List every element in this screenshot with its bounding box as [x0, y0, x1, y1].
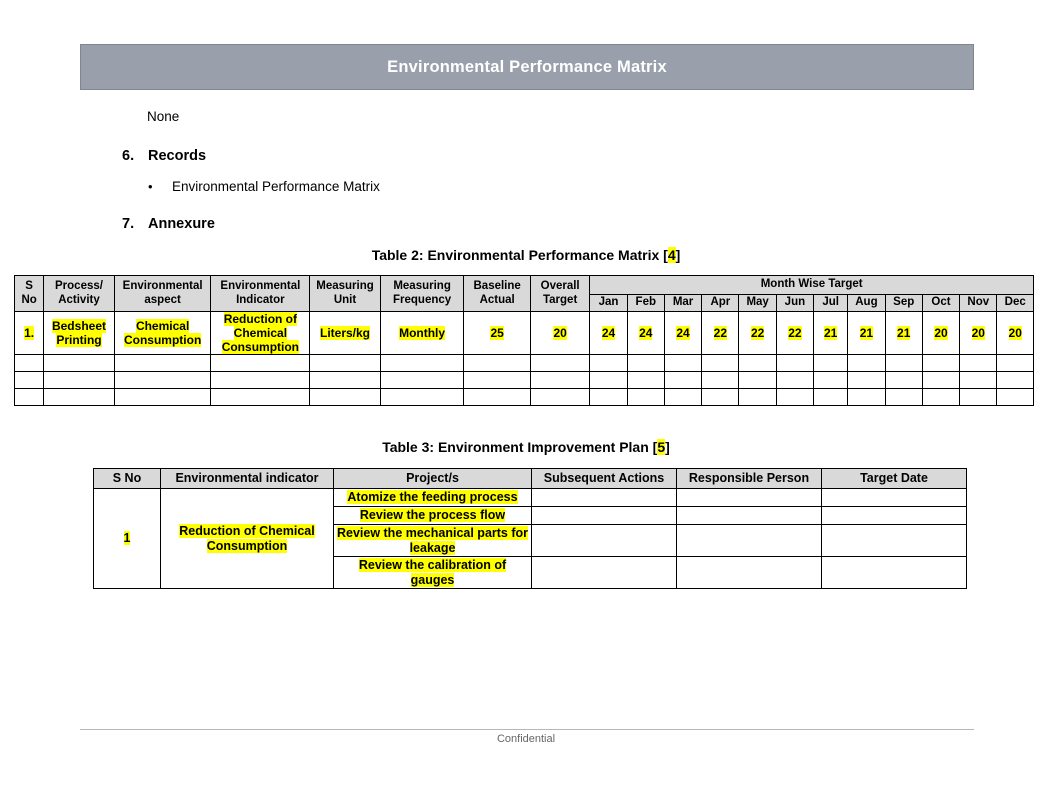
list-item-label: Environmental Performance Matrix: [172, 179, 380, 194]
cell-responsible-person: [677, 525, 822, 557]
section-heading-annexure: 7. Annexure: [122, 216, 215, 232]
table2-col-sep: Sep: [885, 295, 922, 312]
table-row: 1. Bedsheet Printing Chemical Consumptio…: [15, 312, 1034, 355]
table2-col-baseline-actual: Baseline Actual: [464, 276, 531, 312]
table2-col-feb: Feb: [627, 295, 664, 312]
cell-process-activity: Bedsheet Printing: [44, 312, 115, 355]
cell-responsible-person: [677, 507, 822, 525]
table3-caption-text: Table 3: Environment Improvement Plan [: [382, 439, 657, 455]
table2-caption-text: Table 2: Environmental Performance Matri…: [372, 247, 668, 263]
environment-improvement-plan-table: S No Environmental indicator Project/s S…: [93, 468, 967, 589]
cell-month-jan: 24: [590, 312, 627, 355]
cell-subsequent-action: [532, 507, 677, 525]
cell-baseline-actual: 25: [464, 312, 531, 355]
none-text: None: [147, 109, 179, 124]
bullet-icon: •: [148, 179, 172, 194]
cell-environmental-aspect: Chemical Consumption: [114, 312, 211, 355]
table2-col-apr: Apr: [702, 295, 739, 312]
cell-subsequent-action: [532, 557, 677, 589]
section-title: Records: [148, 148, 206, 164]
cell-overall-target: 20: [530, 312, 589, 355]
cell-target-date: [822, 507, 967, 525]
table3-col-projects: Project/s: [334, 469, 532, 489]
footer-label: Confidential: [0, 733, 1052, 745]
cell-month-feb: 24: [627, 312, 664, 355]
table2-header-row-1: S No Process/ Activity Environmental asp…: [15, 276, 1034, 295]
cell-s-no: 1.: [15, 312, 44, 355]
section-number: 6.: [122, 148, 148, 164]
table3-caption-suffix: ]: [665, 439, 670, 455]
table2-col-process-activity: Process/ Activity: [44, 276, 115, 312]
table2-col-dec: Dec: [997, 295, 1034, 312]
table-row: 1 Reduction of Chemical Consumption Atom…: [94, 489, 967, 507]
cell-measuring-frequency: Monthly: [380, 312, 464, 355]
table3-caption-ref: 5: [657, 439, 665, 455]
table2-col-measuring-frequency: Measuring Frequency: [380, 276, 464, 312]
cell-project: Atomize the feeding process: [334, 489, 532, 507]
table3-col-s-no: S No: [94, 469, 161, 489]
section-heading-records: 6. Records: [122, 148, 206, 164]
cell-subsequent-action: [532, 525, 677, 557]
table-row: [15, 389, 1034, 406]
cell-measuring-unit: Liters/kg: [310, 312, 381, 355]
cell-s-no: 1: [94, 489, 161, 589]
cell-project: Review the process flow: [334, 507, 532, 525]
table3-col-subsequent-actions: Subsequent Actions: [532, 469, 677, 489]
table3-col-responsible-person: Responsible Person: [677, 469, 822, 489]
cell-target-date: [822, 489, 967, 507]
cell-month-may: 22: [739, 312, 776, 355]
table2-caption-suffix: ]: [676, 247, 681, 263]
table2-col-nov: Nov: [960, 295, 997, 312]
table2-col-may: May: [739, 295, 776, 312]
table2-col-s-no: S No: [15, 276, 44, 312]
cell-environmental-indicator: Reduction of Chemical Consumption: [211, 312, 310, 355]
page-title: Environmental Performance Matrix: [387, 58, 667, 77]
table2-col-aug: Aug: [848, 295, 885, 312]
document-banner: Environmental Performance Matrix: [80, 44, 974, 90]
table3-header-row: S No Environmental indicator Project/s S…: [94, 469, 967, 489]
cell-month-oct: 20: [922, 312, 959, 355]
cell-month-aug: 21: [848, 312, 885, 355]
table-row: [15, 355, 1034, 372]
cell-month-nov: 20: [960, 312, 997, 355]
cell-target-date: [822, 525, 967, 557]
cell-month-jul: 21: [814, 312, 848, 355]
section-title: Annexure: [148, 216, 215, 232]
cell-project: Review the mechanical parts for leakage: [334, 525, 532, 557]
table2-col-overall-target: Overall Target: [530, 276, 589, 312]
cell-responsible-person: [677, 557, 822, 589]
list-item: • Environmental Performance Matrix: [148, 179, 380, 194]
table-row: [15, 372, 1034, 389]
table2-col-measuring-unit: Measuring Unit: [310, 276, 381, 312]
table3-col-environmental-indicator: Environmental indicator: [161, 469, 334, 489]
table2-col-month-wise-target: Month Wise Target: [590, 276, 1034, 295]
table2-col-oct: Oct: [922, 295, 959, 312]
cell-target-date: [822, 557, 967, 589]
cell-environmental-indicator: Reduction of Chemical Consumption: [161, 489, 334, 589]
table2-col-jun: Jun: [776, 295, 813, 312]
cell-month-dec: 20: [997, 312, 1034, 355]
environmental-performance-matrix-table: S No Process/ Activity Environmental asp…: [14, 275, 1034, 406]
table2-col-mar: Mar: [664, 295, 701, 312]
cell-month-apr: 22: [702, 312, 739, 355]
cell-month-jun: 22: [776, 312, 813, 355]
table3-col-target-date: Target Date: [822, 469, 967, 489]
footer-divider: [80, 729, 974, 730]
table2-col-jan: Jan: [590, 295, 627, 312]
table3-caption: Table 3: Environment Improvement Plan [5…: [0, 439, 1052, 455]
cell-project: Review the calibration of gauges: [334, 557, 532, 589]
cell-month-mar: 24: [664, 312, 701, 355]
table2-caption-ref: 4: [668, 247, 676, 263]
cell-month-sep: 21: [885, 312, 922, 355]
cell-subsequent-action: [532, 489, 677, 507]
table2-col-environmental-indicator: Environmental Indicator: [211, 276, 310, 312]
table2-col-jul: Jul: [814, 295, 848, 312]
section-number: 7.: [122, 216, 148, 232]
table2-caption: Table 2: Environmental Performance Matri…: [0, 247, 1052, 263]
table2-col-environmental-aspect: Environmental aspect: [114, 276, 211, 312]
cell-responsible-person: [677, 489, 822, 507]
